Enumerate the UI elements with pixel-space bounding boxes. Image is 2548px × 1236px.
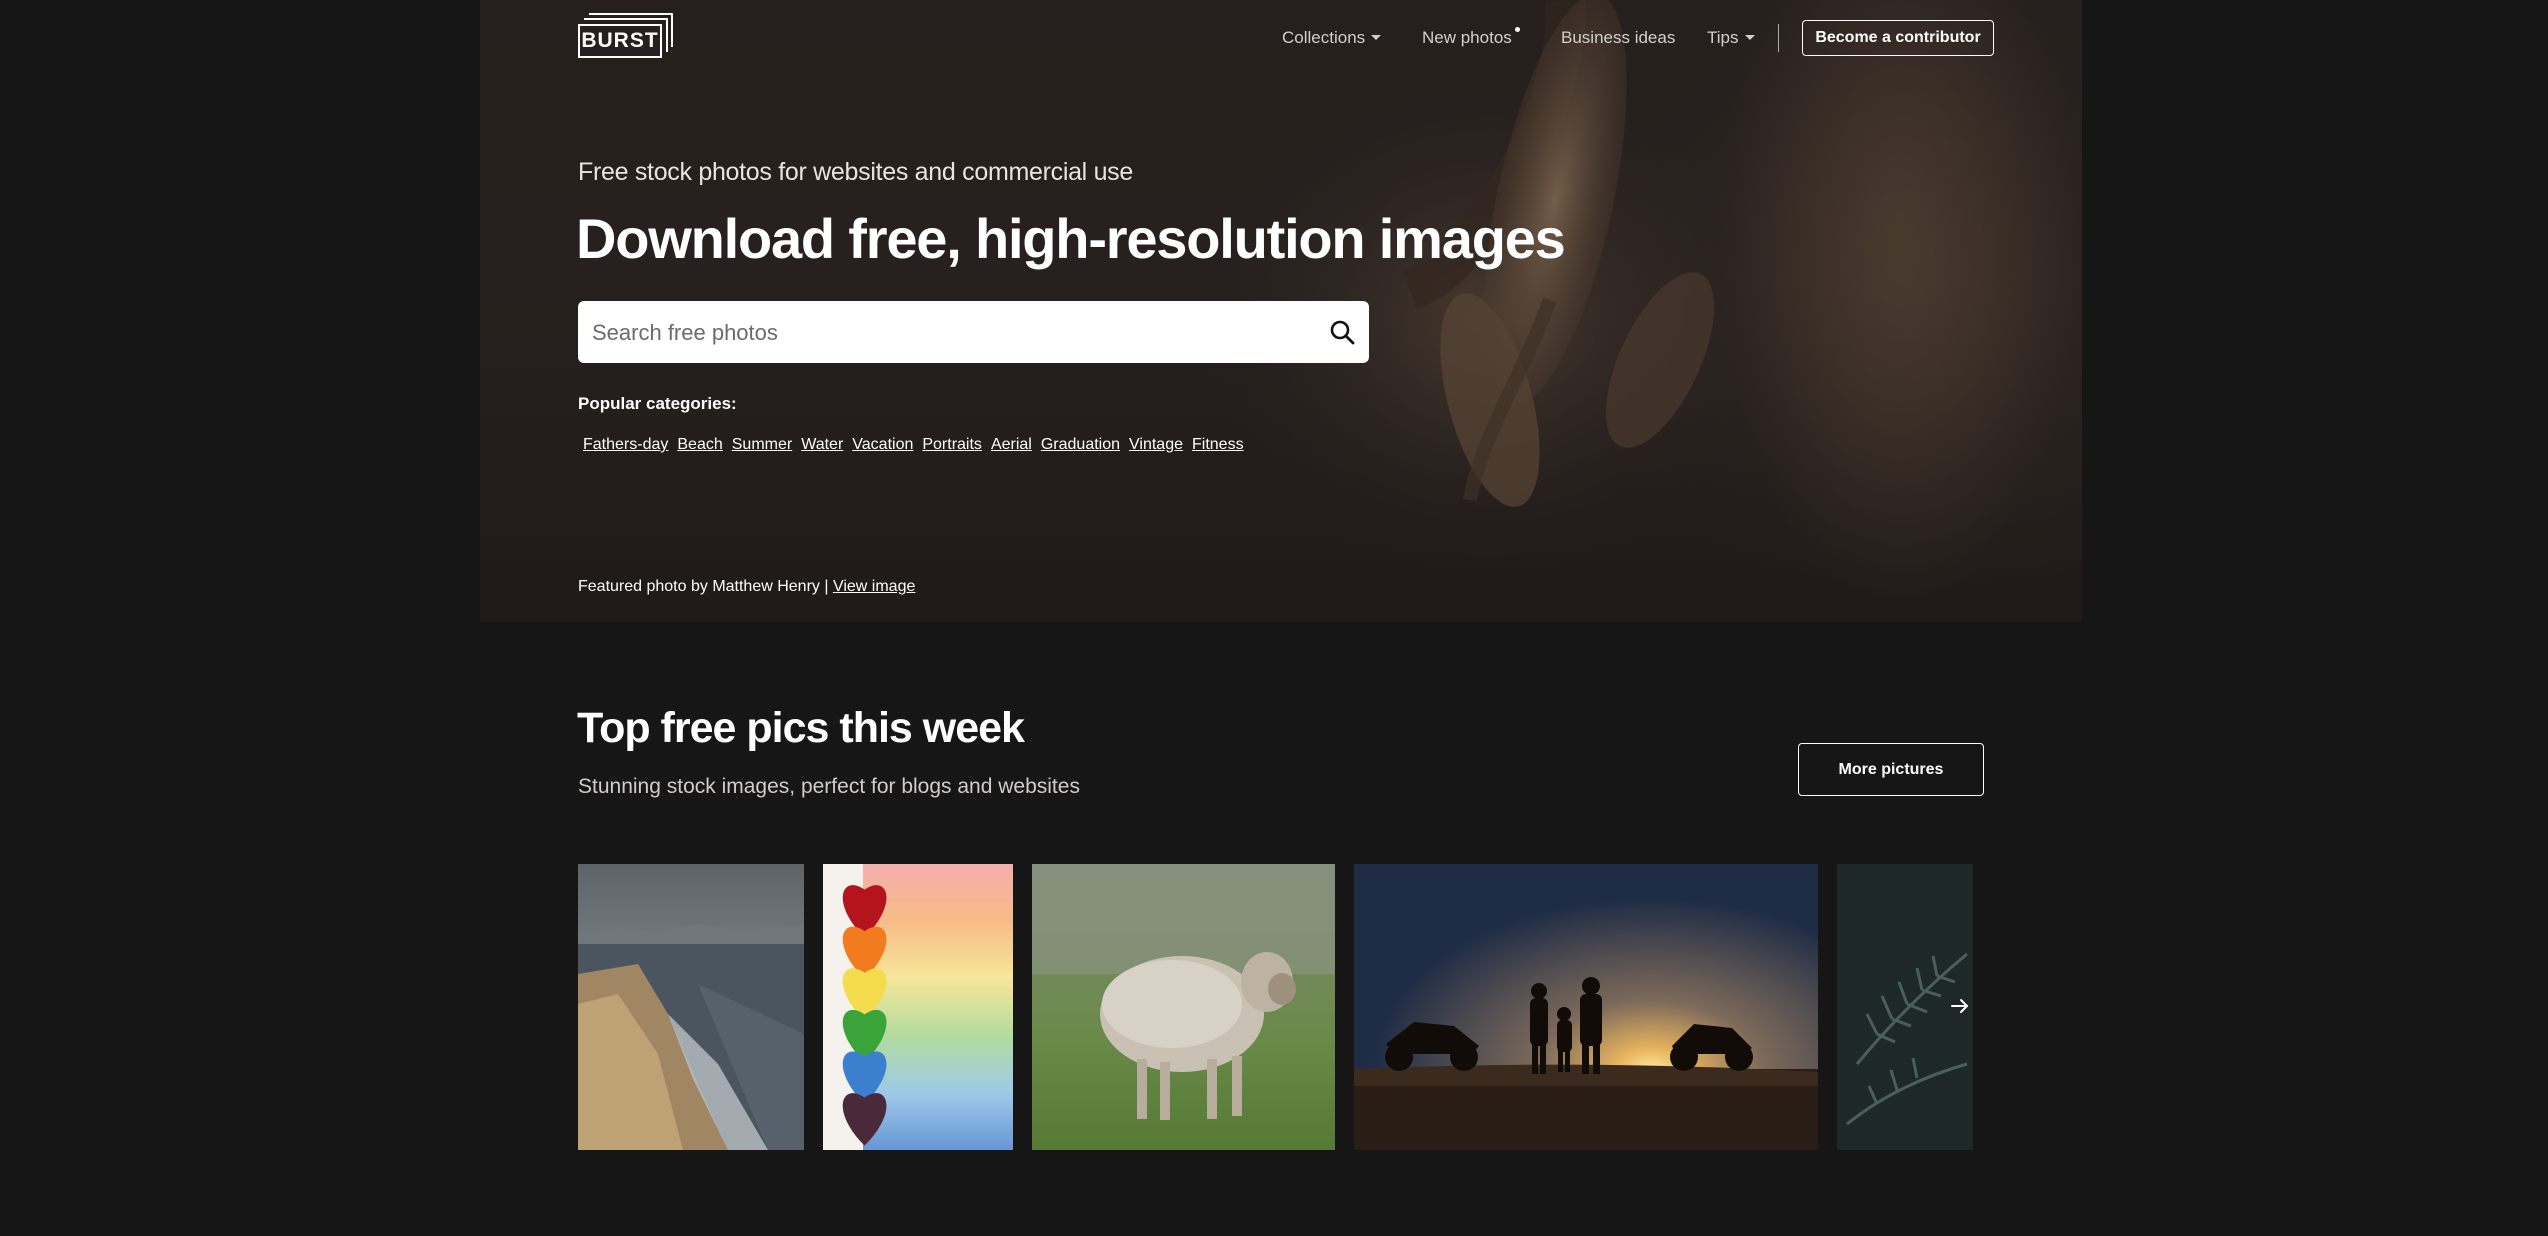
rainbow-hearts-photo: [823, 864, 1013, 1150]
nav-collections-label: Collections: [1282, 28, 1366, 47]
search-icon[interactable]: [1329, 319, 1355, 345]
nav-new-photos-label: New photos: [1422, 28, 1512, 47]
photo-card-family-sunset[interactable]: [1354, 864, 1818, 1150]
section-subtitle: Stunning stock images, perfect for blogs…: [578, 775, 1080, 798]
category-link[interactable]: Summer: [732, 436, 792, 454]
photo-card-rainbow-hearts[interactable]: [823, 864, 1013, 1150]
photo-card-sheep[interactable]: [1032, 864, 1335, 1150]
view-image-link[interactable]: View image: [833, 578, 915, 595]
hero-headline: Download free, high-resolution images: [576, 207, 1566, 270]
category-link[interactable]: Water: [801, 436, 843, 454]
chevron-down-icon: [1371, 35, 1382, 40]
page: BURST Collections New photos Business id…: [0, 0, 2548, 1236]
family-sunset-atv-photo: [1354, 864, 1818, 1150]
featured-photo-credit: Featured photo by Matthew Henry | View i…: [578, 578, 915, 596]
new-indicator-dot: [1515, 27, 1520, 32]
photo-card-coastline[interactable]: [578, 864, 804, 1150]
main-nav: Collections New photos Business ideas Ti…: [0, 24, 2548, 54]
category-link[interactable]: Vintage: [1129, 436, 1183, 454]
category-link[interactable]: Fitness: [1192, 436, 1244, 454]
chevron-right-icon[interactable]: [1945, 991, 1975, 1021]
section-title: Top free pics this week: [577, 704, 1025, 752]
nav-tips[interactable]: Tips: [1707, 28, 1755, 48]
become-contributor-button[interactable]: Become a contributor: [1802, 20, 1994, 56]
nav-business-ideas[interactable]: Business ideas: [1561, 28, 1675, 48]
more-pictures-button[interactable]: More pictures: [1798, 743, 1984, 796]
category-link[interactable]: Graduation: [1041, 436, 1120, 454]
hero-tagline: Free stock photos for websites and comme…: [578, 158, 1133, 186]
popular-categories-list: Fathers-day Beach Summer Water Vacation …: [583, 436, 1244, 454]
category-link[interactable]: Portraits: [922, 436, 982, 454]
category-link[interactable]: Fathers-day: [583, 436, 668, 454]
search-bar: [578, 301, 1369, 365]
nav-business-ideas-label: Business ideas: [1561, 28, 1676, 47]
nav-tips-label: Tips: [1707, 28, 1739, 47]
sheep-photo: [1032, 864, 1335, 1150]
coastline-photo: [578, 864, 804, 1150]
chevron-down-icon: [1744, 35, 1755, 40]
nav-new-photos[interactable]: New photos: [1422, 28, 1512, 48]
popular-categories-label: Popular categories:: [578, 394, 737, 413]
search-input[interactable]: [590, 301, 1294, 365]
nav-divider: [1778, 24, 1779, 52]
category-link[interactable]: Aerial: [991, 436, 1032, 454]
nav-collections[interactable]: Collections: [1282, 28, 1382, 48]
category-link[interactable]: Vacation: [852, 436, 913, 454]
featured-credit-text: Featured photo by Matthew Henry |: [578, 578, 833, 595]
category-link[interactable]: Beach: [677, 436, 722, 454]
